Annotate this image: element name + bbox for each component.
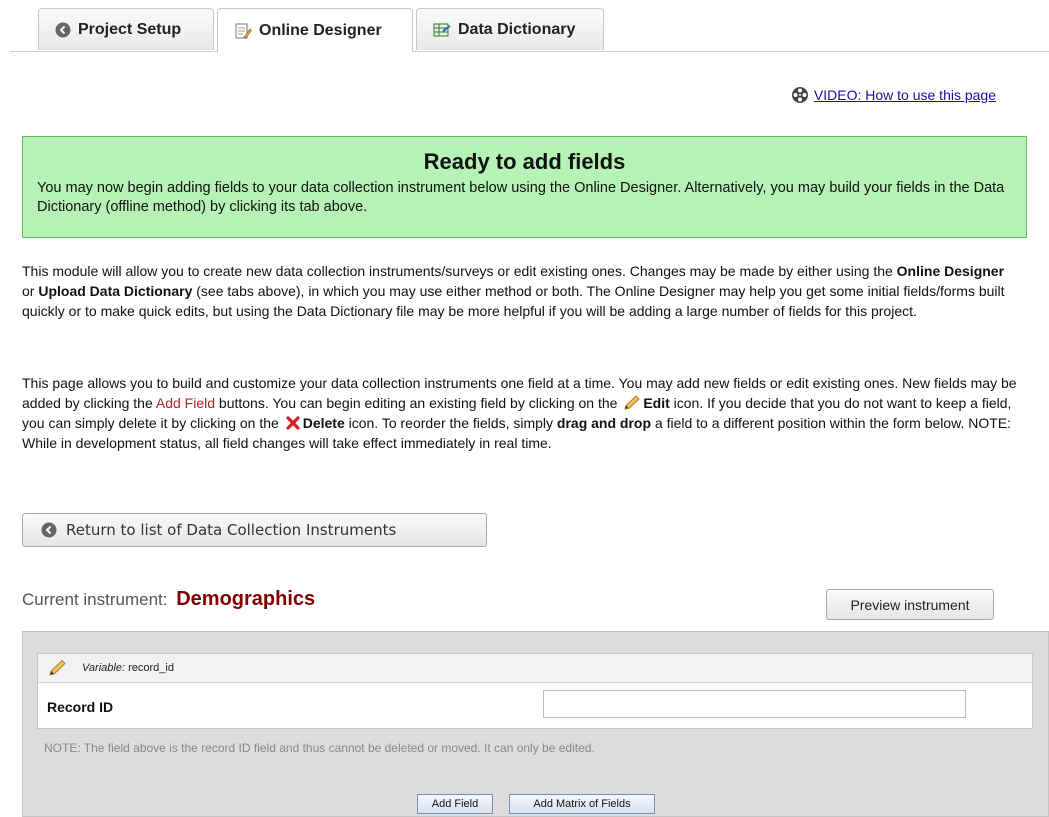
- text: icon. To reorder the fields, simply: [344, 415, 557, 431]
- add-field-text: Add Field: [155, 395, 216, 411]
- text: buttons. You can begin editing an existi…: [215, 395, 622, 411]
- field-header: Variable: record_id: [38, 654, 1032, 683]
- bold-text: drag and drop: [556, 415, 652, 431]
- add-matrix-button[interactable]: Add Matrix of Fields: [509, 794, 655, 814]
- tab-project-setup[interactable]: Project Setup: [38, 8, 214, 50]
- return-button-label: Return to list of Data Collection Instru…: [66, 521, 397, 539]
- text: This module will allow you to create new…: [22, 263, 897, 279]
- field-card[interactable]: Variable: record_id Record ID: [37, 653, 1033, 729]
- current-instrument-label: Current instrument:: [22, 590, 168, 609]
- record-id-input[interactable]: [543, 690, 966, 718]
- tab-label: Online Designer: [259, 21, 382, 39]
- back-circle-icon: [55, 22, 71, 37]
- variable-label: Variable:: [82, 662, 126, 674]
- edit-pencil-icon[interactable]: [48, 659, 66, 677]
- bold-text: Online Designer: [896, 263, 1005, 279]
- tab-data-dictionary[interactable]: Data Dictionary: [416, 8, 604, 50]
- bold-text: Delete: [302, 415, 345, 431]
- record-id-note: NOTE: The field above is the record ID f…: [44, 741, 595, 755]
- video-link[interactable]: VIDEO: How to use this page: [814, 87, 996, 103]
- current-instrument: Current instrument: Demographics: [22, 588, 315, 611]
- variable-name: record_id: [128, 662, 174, 674]
- back-circle-icon: [41, 522, 57, 538]
- add-field-button[interactable]: Add Field: [417, 794, 493, 814]
- tab-bar: Project Setup Online Designer Data Dicti…: [10, 0, 1049, 52]
- return-to-instruments-button[interactable]: Return to list of Data Collection Instru…: [22, 513, 487, 547]
- ready-text: You may now begin adding fields to your …: [37, 180, 1005, 215]
- tab-label: Project Setup: [78, 20, 182, 38]
- ready-title: Ready to add fields: [423, 149, 626, 174]
- pencil-icon: [624, 395, 640, 410]
- form-edit-icon: [235, 23, 252, 39]
- video-help: VIDEO: How to use this page: [791, 86, 996, 104]
- variable-info: Variable: record_id: [82, 662, 174, 674]
- tab-label: Data Dictionary: [458, 20, 576, 38]
- designer-panel: Variable: record_id Record ID NOTE: The …: [22, 631, 1049, 817]
- ready-message-box: Ready to add fields You may now begin ad…: [22, 136, 1027, 238]
- delete-x-icon: [286, 416, 300, 430]
- bold-text: Upload Data Dictionary: [38, 283, 193, 299]
- film-reel-icon: [791, 87, 808, 103]
- text: or: [22, 283, 39, 299]
- preview-instrument-button[interactable]: Preview instrument: [826, 589, 994, 620]
- tab-online-designer[interactable]: Online Designer: [217, 8, 413, 52]
- bold-text: Edit: [643, 395, 670, 411]
- instrument-name: Demographics: [176, 588, 316, 610]
- page-instructions: This page allows you to build and custom…: [22, 373, 1017, 453]
- spreadsheet-icon: [433, 23, 451, 36]
- field-label: Record ID: [47, 699, 114, 715]
- module-description: This module will allow you to create new…: [22, 261, 1017, 321]
